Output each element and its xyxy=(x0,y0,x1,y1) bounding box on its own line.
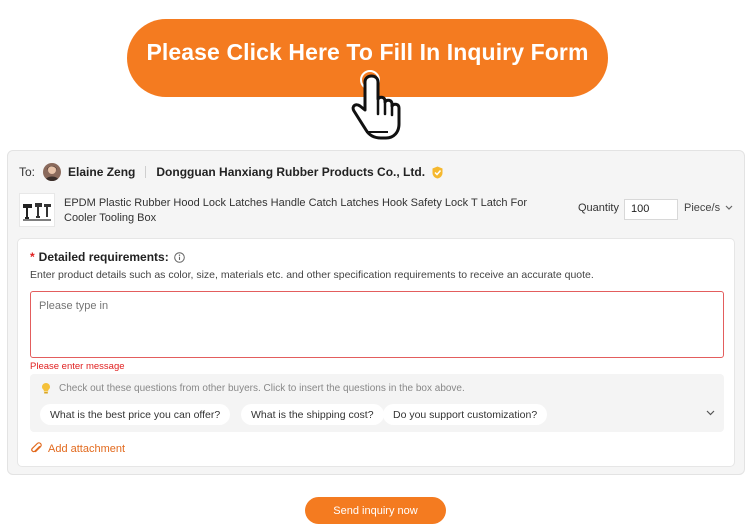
product-title[interactable]: EPDM Plastic Rubber Hood Lock Latches Ha… xyxy=(64,196,554,226)
send-inquiry-button[interactable]: Send inquiry now xyxy=(305,497,446,524)
paperclip-icon xyxy=(31,442,42,453)
question-chip[interactable]: What is the best price you can offer? xyxy=(40,404,231,425)
company-name[interactable]: Dongguan Hanxiang Rubber Products Co., L… xyxy=(156,165,425,179)
unit-select-value: Piece/s xyxy=(684,202,721,214)
error-message: Please enter message xyxy=(30,361,125,372)
message-textarea[interactable] xyxy=(30,291,724,358)
suggestion-hint-text: Check out these questions from other buy… xyxy=(59,382,465,394)
requirements-description: Enter product details such as color, siz… xyxy=(30,269,594,281)
question-chip[interactable]: What is the shipping cost? xyxy=(241,404,384,425)
required-mark: * xyxy=(30,250,35,264)
chevron-down-icon xyxy=(725,205,733,210)
suggestion-hint: Check out these questions from other buy… xyxy=(40,382,465,394)
add-attachment-label: Add attachment xyxy=(48,442,126,455)
expand-chevron-down-icon[interactable] xyxy=(706,410,715,416)
add-attachment-button[interactable]: Add attachment xyxy=(30,442,125,455)
divider xyxy=(145,166,147,178)
avatar xyxy=(43,163,62,181)
inquiry-card: To: Elaine Zeng Dongguan Hanxiang Rubber… xyxy=(7,150,745,475)
requirements-panel: * Detailed requirements: Enter product d… xyxy=(17,238,735,467)
verified-badge-icon xyxy=(432,166,443,178)
lightbulb-icon xyxy=(42,383,50,394)
requirements-label-text: Detailed requirements: xyxy=(38,250,169,264)
unit-select[interactable]: Piece/s xyxy=(684,202,733,214)
latch-product-icon xyxy=(23,203,51,221)
suggested-questions: Check out these questions from other buy… xyxy=(30,374,724,432)
product-row: EPDM Plastic Rubber Hood Lock Latches Ha… xyxy=(19,193,735,229)
pointing-hand-icon xyxy=(351,70,401,140)
product-thumbnail xyxy=(19,193,55,227)
quantity-label: Quantity xyxy=(578,202,619,214)
recipient-row: To: Elaine Zeng Dongguan Hanxiang Rubber… xyxy=(19,163,444,181)
contact-name[interactable]: Elaine Zeng xyxy=(68,165,135,179)
info-icon[interactable] xyxy=(173,251,185,263)
requirements-label: * Detailed requirements: xyxy=(30,250,185,264)
question-chip[interactable]: Do you support customization? xyxy=(383,404,548,425)
banner-text: Please Click Here To Fill In Inquiry For… xyxy=(146,39,589,65)
quantity-input[interactable]: 100 xyxy=(624,199,678,220)
to-label: To: xyxy=(19,165,36,179)
